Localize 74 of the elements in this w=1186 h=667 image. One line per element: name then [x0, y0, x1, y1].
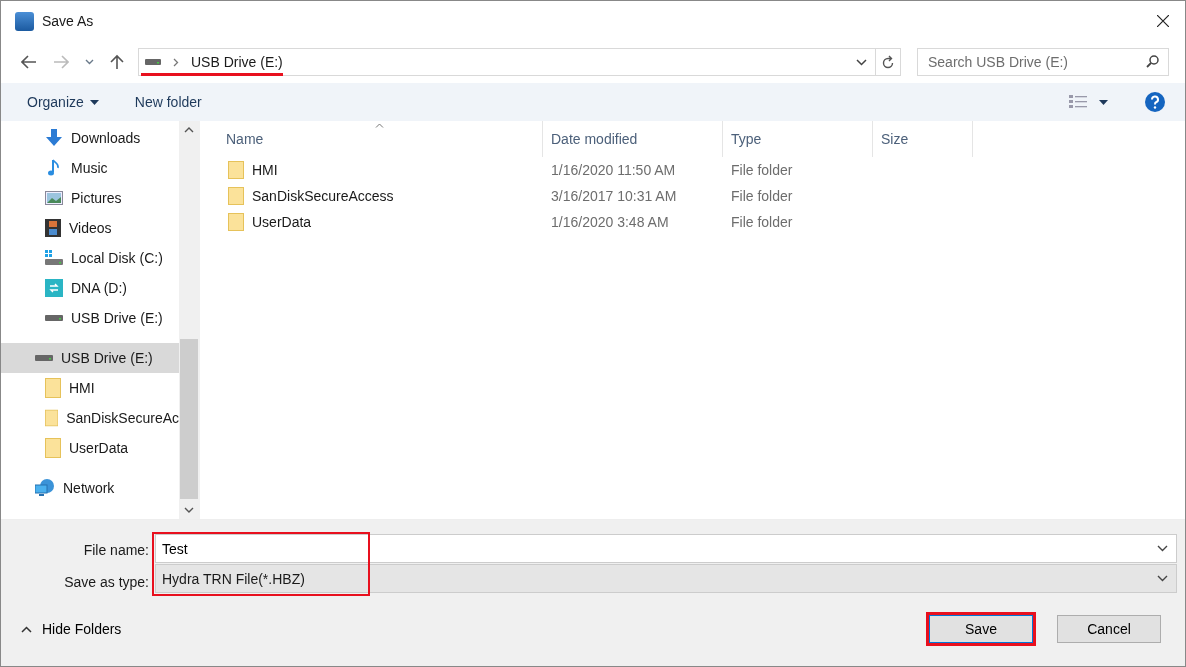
type-cell-text: File folder	[730, 188, 794, 204]
download-arrow-icon	[45, 129, 63, 147]
folder-icon	[45, 408, 59, 428]
film-icon	[45, 219, 61, 237]
field-label: Save as type:	[64, 573, 149, 592]
chevron-down-icon[interactable]	[856, 58, 867, 66]
sidebar-item[interactable]: Network	[1, 473, 179, 503]
folder-icon	[228, 187, 244, 205]
sidebar-item[interactable]: HMI	[1, 373, 179, 403]
scrollbar[interactable]	[179, 121, 199, 519]
file-name: SanDiskSecureAccess	[252, 188, 394, 204]
file-row[interactable]: SanDiskSecureAccess 3/16/2017 10:31 AM File folder	[200, 183, 1185, 209]
chevron-up-icon	[21, 625, 32, 633]
network-icon	[35, 479, 55, 497]
file-row[interactable]: UserData 1/16/2020 3:48 AM File folder	[200, 209, 1185, 235]
dialog-button[interactable]: Save	[929, 615, 1033, 643]
file-name-field[interactable]: Test	[155, 534, 1177, 563]
disk-drive-icon	[45, 250, 63, 266]
help-icon[interactable]	[1145, 92, 1165, 112]
file-row[interactable]: HMI 1/16/2020 11:50 AM File folder	[200, 157, 1185, 183]
sort-caret-icon	[375, 123, 384, 128]
folder-icon	[228, 161, 244, 179]
organize-button[interactable]: Organize	[27, 94, 99, 110]
search-field[interactable]: Search USB Drive (E:)	[917, 48, 1169, 76]
app-icon	[15, 11, 34, 31]
date-cell-text: 1/16/2020 11:50 AM	[550, 162, 677, 178]
sidebar-item[interactable]: Music	[1, 153, 179, 183]
hide-folders-button[interactable]: Hide Folders	[21, 621, 122, 637]
dialog-button[interactable]: Cancel	[1057, 615, 1161, 643]
sidebar-item[interactable]: UserData	[1, 433, 179, 463]
column-header[interactable]: Date modified	[543, 121, 723, 157]
chevron-down-icon[interactable]	[184, 507, 194, 513]
chevron-right-icon	[173, 57, 179, 67]
sidebar-item[interactable]: USB Drive (E:)	[1, 303, 179, 333]
sidebar-item[interactable]: USB Drive (E:)	[1, 343, 179, 373]
date-cell-text: 3/16/2017 10:31 AM	[550, 188, 678, 204]
column-header[interactable]: Size	[873, 121, 973, 157]
file-name: HMI	[252, 162, 278, 178]
sidebar-item[interactable]: Local Disk (C:)	[1, 243, 179, 273]
chevron-up-icon[interactable]	[184, 127, 194, 133]
back-arrow-icon[interactable]	[21, 55, 37, 69]
caret-down-icon	[89, 99, 99, 105]
folder-icon	[45, 438, 61, 458]
date-cell-text: 1/16/2020 3:48 AM	[550, 214, 670, 230]
file-type-dropdown[interactable]: Hydra TRN File(*.HBZ)	[155, 564, 1177, 593]
address-bar[interactable]: USB Drive (E:)	[138, 48, 901, 76]
search-icon	[1146, 55, 1159, 68]
type-cell-text: File folder	[730, 162, 794, 178]
sync-drive-icon	[45, 279, 63, 297]
type-cell-text: File folder	[730, 214, 794, 230]
new-folder-button[interactable]: New folder	[134, 94, 202, 110]
column-header[interactable]: Type	[723, 121, 873, 157]
field-label: File name:	[83, 541, 149, 560]
chevron-down-icon	[1157, 545, 1168, 552]
chevron-down-icon	[1157, 575, 1168, 582]
picture-icon	[45, 191, 63, 205]
folder-icon	[228, 213, 244, 231]
window-title: Save As	[42, 13, 94, 29]
column-header[interactable]: Name	[200, 121, 543, 157]
sidebar-item[interactable]: Videos	[1, 213, 179, 243]
drive-icon	[45, 314, 63, 322]
view-options-icon[interactable]	[1069, 95, 1109, 109]
drive-icon	[145, 58, 161, 66]
up-arrow-icon[interactable]	[110, 54, 124, 70]
sidebar-item[interactable]: DNA (D:)	[1, 273, 179, 303]
sidebar-item[interactable]: Downloads	[1, 123, 179, 153]
sidebar-item[interactable]: SanDiskSecureAc	[1, 403, 179, 433]
sidebar-item[interactable]: Pictures	[1, 183, 179, 213]
folder-icon	[45, 378, 61, 398]
breadcrumb-item[interactable]: USB Drive (E:)	[191, 54, 283, 70]
file-name: UserData	[252, 214, 312, 230]
drive-icon	[35, 354, 53, 362]
close-icon[interactable]	[1157, 15, 1169, 27]
chevron-down-icon[interactable]	[85, 59, 94, 65]
